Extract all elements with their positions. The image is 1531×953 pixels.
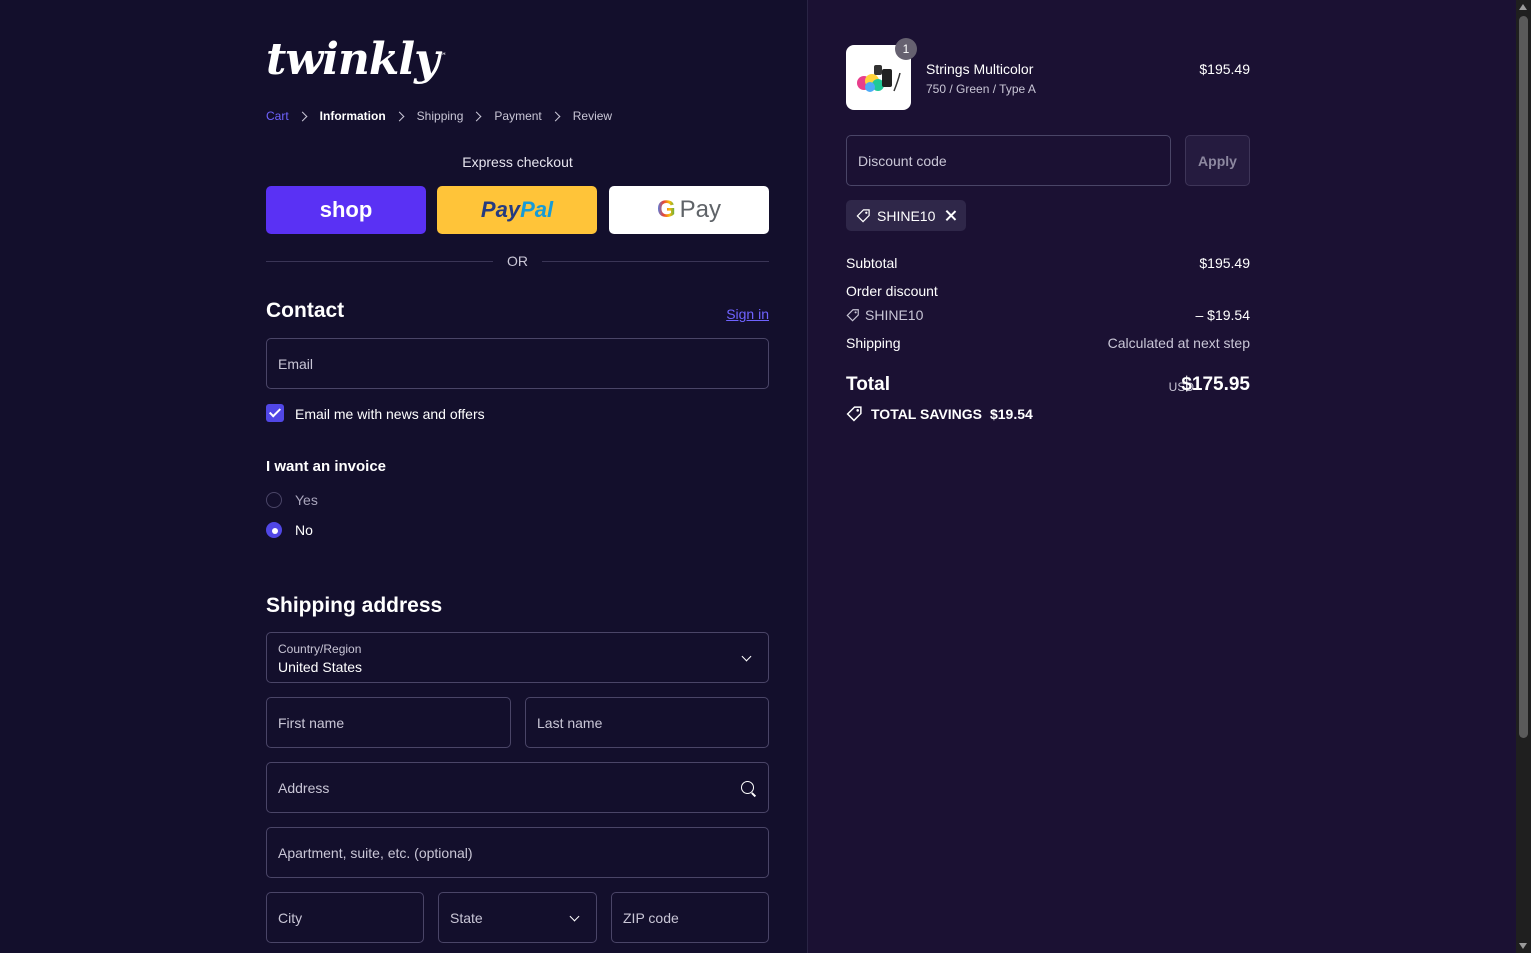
- chevron-down-icon: [741, 651, 752, 662]
- chevron-right-icon: [394, 111, 405, 121]
- or-divider: OR: [266, 253, 769, 269]
- discount-code-field[interactable]: Discount code: [846, 135, 1171, 186]
- address-placeholder: Address: [278, 780, 330, 796]
- total-savings: TOTAL SAVINGS $19.54: [846, 405, 1033, 422]
- invoice-no-radio[interactable]: [266, 522, 282, 538]
- subtotal-row: Subtotal $195.49: [846, 255, 1250, 271]
- discount-code-line: SHINE10: [846, 307, 1250, 323]
- page-scrollbar[interactable]: [1516, 0, 1531, 953]
- newsletter-checkbox[interactable]: [266, 404, 284, 422]
- tag-icon: [846, 309, 859, 322]
- apply-discount-button[interactable]: Apply: [1185, 135, 1250, 186]
- total-value: $175.95: [1181, 374, 1250, 395]
- trademark-mark: ™: [438, 51, 447, 61]
- scrollbar-thumb[interactable]: [1519, 16, 1528, 738]
- state-placeholder: State: [450, 910, 483, 926]
- scroll-down-arrow-icon[interactable]: [1519, 943, 1527, 949]
- subtotal-label: Subtotal: [846, 255, 898, 271]
- product-variant: 750 / Green / Type A: [926, 82, 1036, 96]
- zip-placeholder: ZIP code: [623, 910, 679, 926]
- search-icon: [741, 781, 754, 794]
- breadcrumb-information: Information: [319, 109, 386, 123]
- shipping-row: Shipping Calculated at next step: [846, 335, 1250, 351]
- city-field[interactable]: City: [266, 892, 424, 943]
- total-savings-value: $19.54: [989, 405, 1033, 422]
- invoice-yes-label[interactable]: Yes: [295, 492, 318, 508]
- city-placeholder: City: [278, 910, 303, 926]
- country-value: United States: [278, 659, 363, 675]
- discount-code-row: SHINE10 – $19.54: [846, 307, 1250, 323]
- subtotal-value: $195.49: [1199, 255, 1250, 271]
- country-select[interactable]: Country/Region United States: [266, 632, 769, 683]
- shipping-value: Calculated at next step: [1107, 335, 1250, 351]
- chevron-right-icon: [550, 111, 561, 121]
- contact-heading: Contact: [266, 299, 345, 322]
- invoice-yes-radio[interactable]: [266, 492, 282, 508]
- chevron-right-icon: [297, 111, 308, 121]
- divider-line: [542, 260, 769, 262]
- paypal-label-part1: Pay: [480, 197, 521, 222]
- order-discount-row: Order discount: [846, 283, 1250, 299]
- first-name-placeholder: First name: [278, 715, 345, 731]
- discount-code-text: SHINE10: [865, 307, 924, 323]
- invoice-no-label[interactable]: No: [295, 522, 313, 538]
- breadcrumb-payment: Payment: [494, 109, 542, 123]
- tag-icon: [846, 406, 862, 422]
- shop-pay-button[interactable]: shop: [266, 186, 426, 234]
- apartment-placeholder: Apartment, suite, etc. (optional): [278, 845, 473, 861]
- shipping-address-heading: Shipping address: [266, 594, 443, 617]
- twinkly-logo[interactable]: twinkly™: [266, 34, 447, 85]
- paypal-label-part2: Pal: [520, 197, 554, 222]
- applied-discount-code: SHINE10: [877, 207, 936, 224]
- google-pay-button[interactable]: G Pay: [609, 186, 769, 234]
- apartment-field[interactable]: Apartment, suite, etc. (optional): [266, 827, 769, 878]
- divider-line: [266, 260, 493, 262]
- order-discount-label: Order discount: [846, 283, 938, 299]
- shipping-label: Shipping: [846, 335, 901, 351]
- chevron-right-icon: [471, 111, 482, 121]
- tag-icon: [856, 209, 870, 223]
- applied-discount-chip: SHINE10: [846, 200, 967, 231]
- sign-in-link[interactable]: Sign in: [726, 306, 769, 322]
- quantity-badge: 1: [895, 38, 917, 60]
- discount-value: – $19.54: [1195, 307, 1251, 323]
- remove-discount-close-icon[interactable]: [945, 210, 956, 221]
- product-name: Strings Multicolor: [926, 61, 1034, 77]
- paypal-button[interactable]: Pay Pal: [437, 186, 597, 234]
- email-field[interactable]: Email: [266, 338, 769, 389]
- email-placeholder: Email: [278, 356, 314, 372]
- total-savings-label: TOTAL SAVINGS: [871, 405, 982, 422]
- invoice-heading: I want an invoice: [266, 458, 387, 475]
- google-pay-label: Pay: [679, 196, 722, 223]
- newsletter-label[interactable]: Email me with news and offers: [295, 406, 485, 422]
- discount-code-placeholder: Discount code: [858, 153, 947, 169]
- express-checkout-label: Express checkout: [462, 154, 573, 170]
- google-g-icon: G: [656, 196, 676, 223]
- last-name-field[interactable]: Last name: [525, 697, 769, 748]
- breadcrumb-cart[interactable]: Cart: [266, 109, 289, 123]
- breadcrumb: Cart Information Shipping Payment Review: [266, 109, 612, 123]
- zip-field[interactable]: ZIP code: [611, 892, 769, 943]
- scroll-up-arrow-icon[interactable]: [1519, 4, 1527, 10]
- state-select[interactable]: State: [438, 892, 597, 943]
- total-label: Total: [846, 374, 890, 395]
- chevron-down-icon: [569, 911, 580, 922]
- logo-text: twinkly: [266, 34, 440, 85]
- shop-pay-label: shop: [319, 197, 373, 222]
- address-field[interactable]: Address: [266, 762, 769, 813]
- breadcrumb-review: Review: [572, 109, 613, 123]
- product-thumbnail: 1: [846, 38, 917, 110]
- or-text: OR: [507, 253, 528, 269]
- breadcrumb-shipping: Shipping: [416, 109, 464, 123]
- last-name-placeholder: Last name: [537, 715, 603, 731]
- country-label: Country/Region: [278, 642, 362, 656]
- first-name-field[interactable]: First name: [266, 697, 511, 748]
- product-price: $195.49: [1199, 61, 1250, 77]
- string-lights-image: [857, 65, 901, 92]
